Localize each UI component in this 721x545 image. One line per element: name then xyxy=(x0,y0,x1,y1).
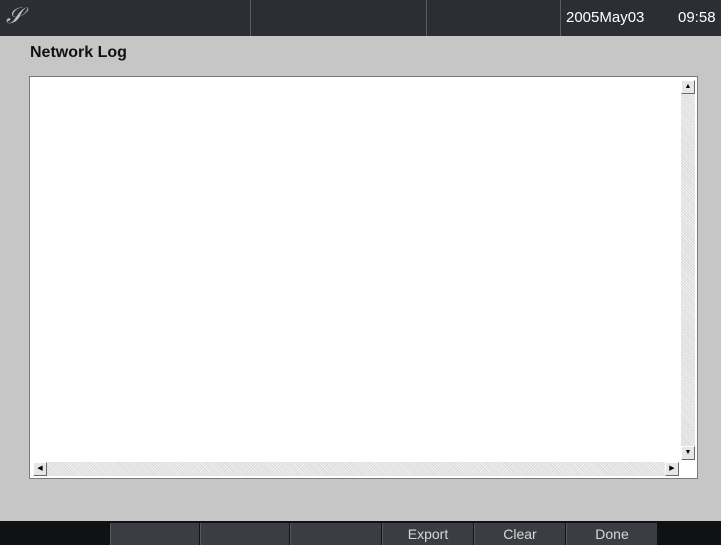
done-button[interactable]: Done xyxy=(566,523,657,545)
status-bar-divider xyxy=(560,0,561,36)
clear-button[interactable]: Clear xyxy=(474,523,565,545)
softkey-2-button[interactable] xyxy=(200,523,289,545)
logo-icon: 𝒮 xyxy=(6,4,24,29)
scroll-left-icon[interactable]: ◀ xyxy=(33,462,47,476)
scroll-down-icon[interactable]: ▼ xyxy=(681,446,695,460)
scroll-right-icon[interactable]: ▶ xyxy=(665,462,679,476)
vertical-scrollbar[interactable]: ▲ ▼ xyxy=(681,80,695,460)
date-display: 2005May03 xyxy=(566,9,645,26)
horizontal-scrollbar[interactable]: ◀ ▶ xyxy=(33,462,679,476)
softkey-3-button[interactable] xyxy=(290,523,381,545)
time-display: 09:58 xyxy=(678,9,716,26)
softkey-bar: Export Clear Done xyxy=(0,521,721,545)
log-text-area xyxy=(34,81,675,458)
export-button[interactable]: Export xyxy=(382,523,473,545)
scroll-up-icon[interactable]: ▲ xyxy=(681,80,695,94)
network-log-panel[interactable]: ▲ ▼ ◀ ▶ xyxy=(29,76,698,479)
softkey-1-button[interactable] xyxy=(110,523,199,545)
status-bar: 𝒮 2005May03 09:58 xyxy=(0,0,721,36)
status-bar-divider xyxy=(426,0,427,36)
page-title: Network Log xyxy=(30,44,127,61)
status-bar-divider xyxy=(250,0,251,36)
